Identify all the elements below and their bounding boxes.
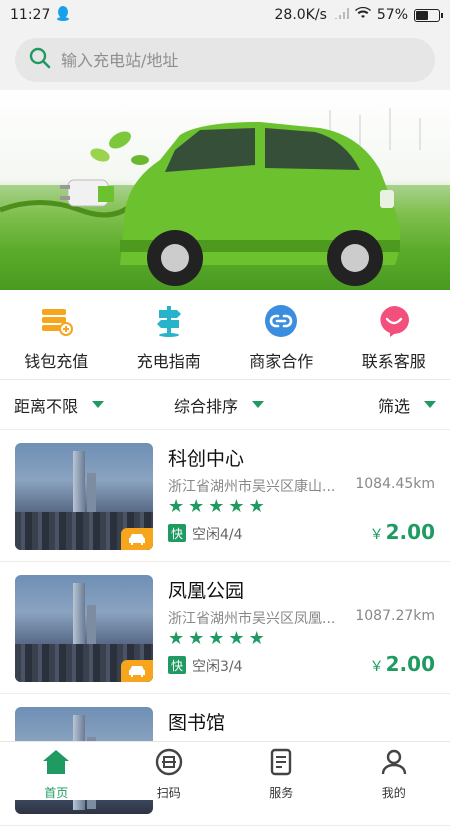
- caret-down-icon: [92, 401, 104, 408]
- quick-actions: 钱包充值 充电指南 商家合作 联系客服: [0, 290, 450, 380]
- star-icon: ★: [228, 498, 244, 516]
- tab-label: 服务: [269, 784, 293, 801]
- filter-distance[interactable]: 距离不限: [14, 393, 104, 417]
- filter-screen[interactable]: 筛选: [378, 393, 436, 417]
- signal-icon: [333, 7, 349, 23]
- status-bar: 11:27 28.0K/s 57%: [0, 0, 450, 30]
- star-icon: ★: [188, 498, 204, 516]
- price-currency: ￥: [370, 659, 384, 675]
- station-name: 图书馆: [168, 708, 225, 735]
- green-car-illustration: [0, 90, 450, 290]
- star-icon: ★: [188, 630, 204, 648]
- fast-charge-badge: 快: [168, 524, 186, 542]
- price-value: 2.00: [386, 652, 435, 676]
- qq-icon: [56, 5, 70, 25]
- status-time: 11:27: [10, 7, 50, 23]
- rating-stars: ★★★★★: [168, 630, 265, 648]
- price: ￥2.00: [370, 652, 435, 676]
- station-name: 凤凰公园: [168, 576, 244, 603]
- star-icon: ★: [168, 630, 184, 648]
- link-icon: [264, 304, 298, 338]
- user-icon: [380, 748, 408, 780]
- home-icon: [42, 748, 70, 780]
- station-card[interactable]: 科创中心 浙江省湖州市吴兴区康山... 1084.45km ★★★★★ 快 空闲…: [0, 430, 450, 562]
- station-address: 浙江省湖州市吴兴区康山...: [168, 476, 348, 496]
- promo-banner[interactable]: [0, 90, 450, 290]
- tab-scan[interactable]: 扫码: [113, 742, 226, 800]
- price: ￥2.00: [370, 520, 435, 544]
- filter-label: 筛选: [378, 393, 410, 417]
- tab-label: 扫码: [157, 784, 181, 801]
- battery-percent: 57%: [377, 7, 408, 23]
- star-icon: ★: [228, 630, 244, 648]
- quick-action-label: 商家合作: [249, 348, 313, 372]
- station-distance: 1087.27km: [355, 608, 435, 624]
- quick-action-customer-service[interactable]: 联系客服: [338, 290, 450, 379]
- rating-stars: ★★★★★: [168, 498, 265, 516]
- star-icon: ★: [249, 630, 265, 648]
- signpost-icon: [152, 304, 186, 338]
- star-icon: ★: [249, 498, 265, 516]
- car-icon: [121, 528, 153, 550]
- document-icon: [267, 748, 295, 780]
- bottom-tab-bar: 首页 扫码 服务 我的: [0, 741, 450, 800]
- battery-icon: [414, 9, 440, 22]
- filter-bar: 距离不限 综合排序 筛选: [0, 380, 450, 430]
- station-photo: [15, 575, 153, 682]
- star-icon: ★: [168, 498, 184, 516]
- wifi-icon: [355, 7, 371, 23]
- wallet-stack-icon: [39, 304, 73, 338]
- tab-label: 我的: [382, 784, 406, 801]
- quick-action-charging-guide[interactable]: 充电指南: [113, 290, 226, 379]
- tab-mine[interactable]: 我的: [338, 742, 450, 800]
- caret-down-icon: [424, 401, 436, 408]
- quick-action-wallet-recharge[interactable]: 钱包充值: [0, 290, 113, 379]
- search-icon: [29, 47, 51, 73]
- station-photo: [15, 443, 153, 550]
- tab-label: 首页: [44, 784, 68, 801]
- chat-heart-icon: [377, 304, 411, 338]
- filter-label: 综合排序: [174, 393, 238, 417]
- idle-count: 空闲4/4: [192, 524, 243, 544]
- quick-action-label: 钱包充值: [24, 348, 88, 372]
- filter-label: 距离不限: [14, 393, 78, 417]
- scan-icon: [155, 748, 183, 780]
- fast-charge-badge: 快: [168, 656, 186, 674]
- idle-count: 空闲3/4: [192, 656, 243, 676]
- search-area: [0, 30, 450, 90]
- caret-down-icon: [252, 401, 264, 408]
- station-name: 科创中心: [168, 444, 244, 471]
- car-icon: [121, 660, 153, 682]
- station-distance: 1084.45km: [355, 476, 435, 492]
- station-address: 浙江省湖州市吴兴区凤凰...: [168, 608, 348, 628]
- quick-action-label: 联系客服: [362, 348, 426, 372]
- filter-sort[interactable]: 综合排序: [174, 393, 264, 417]
- quick-action-label: 充电指南: [137, 348, 201, 372]
- star-icon: ★: [208, 630, 224, 648]
- network-speed: 28.0K/s: [275, 7, 327, 23]
- quick-action-partnership[interactable]: 商家合作: [225, 290, 338, 379]
- price-currency: ￥: [370, 527, 384, 543]
- search-bar[interactable]: [15, 38, 435, 82]
- tab-home[interactable]: 首页: [0, 742, 113, 800]
- tab-service[interactable]: 服务: [225, 742, 338, 800]
- star-icon: ★: [208, 498, 224, 516]
- search-input[interactable]: [61, 51, 401, 70]
- station-card[interactable]: 凤凰公园 浙江省湖州市吴兴区凤凰... 1087.27km ★★★★★ 快 空闲…: [0, 562, 450, 694]
- price-value: 2.00: [386, 520, 435, 544]
